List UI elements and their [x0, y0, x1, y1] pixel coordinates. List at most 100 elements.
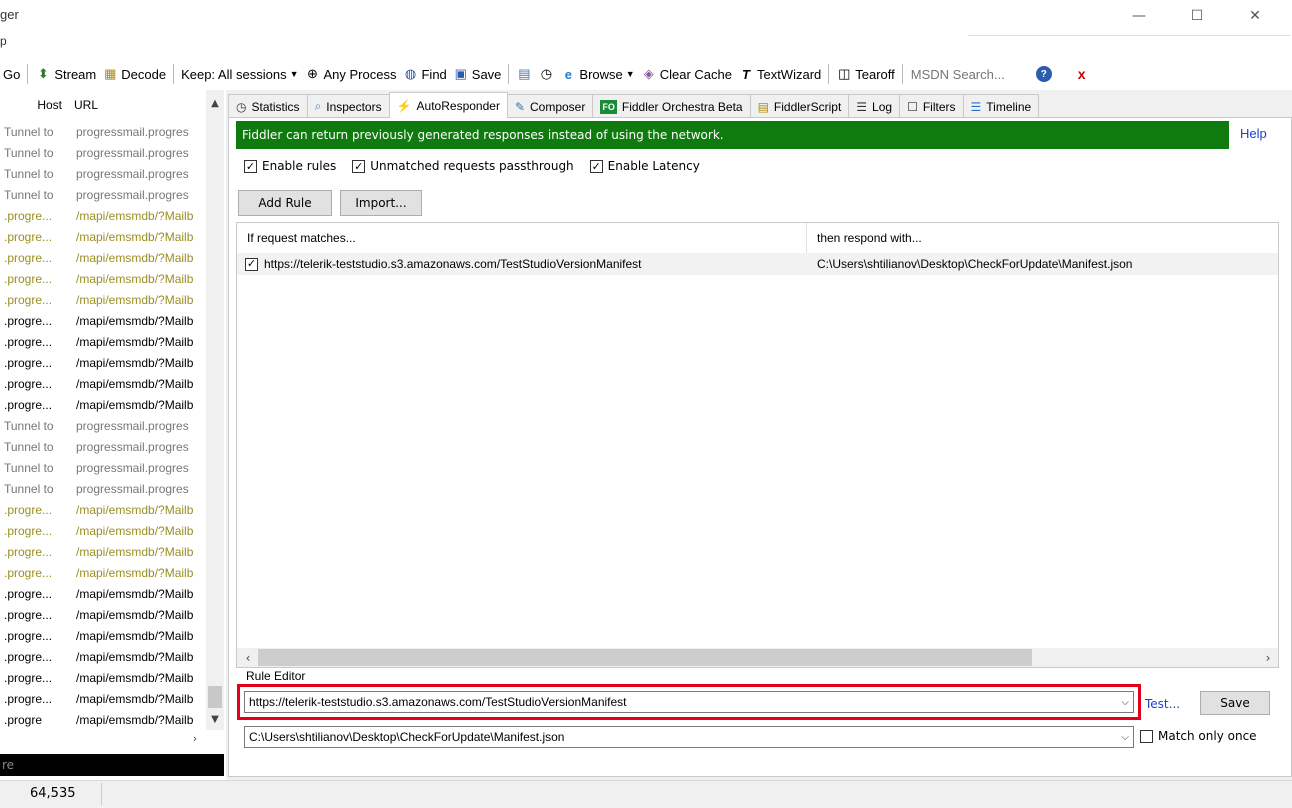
session-host: .progre...: [4, 377, 53, 391]
tab-fiddlerscript[interactable]: ▤ FiddlerScript: [749, 94, 850, 118]
session-row[interactable]: .progre... /mapi/emsmdb/?Mailb: [0, 500, 206, 521]
session-row[interactable]: Tunnel to progressmail.progres: [0, 437, 206, 458]
menu-item-help[interactable]: p: [0, 34, 7, 48]
import-button[interactable]: Import...: [340, 190, 422, 216]
enable-rules-checkbox[interactable]: ✓ Enable rules: [244, 159, 336, 173]
session-row[interactable]: .progre... /mapi/emsmdb/?Mailb: [0, 689, 206, 710]
session-row[interactable]: .progre... /mapi/emsmdb/?Mailb: [0, 290, 206, 311]
keep-sessions-dropdown[interactable]: Keep: All sessions ▼: [178, 62, 301, 86]
save-button[interactable]: ▣ Save: [450, 62, 505, 86]
session-row[interactable]: .progre... /mapi/emsmdb/?Mailb: [0, 647, 206, 668]
session-row[interactable]: .progre... /mapi/emsmdb/?Mailb: [0, 269, 206, 290]
session-row[interactable]: .progre... /mapi/emsmdb/?Mailb: [0, 374, 206, 395]
session-row[interactable]: .progre... /mapi/emsmdb/?Mailb: [0, 248, 206, 269]
close-window-button[interactable]: ✕: [1232, 0, 1278, 32]
find-button[interactable]: ◍ Find: [399, 62, 449, 86]
session-url: /mapi/emsmdb/?Mailb: [76, 398, 194, 412]
sessions-scroll-thumb[interactable]: [208, 686, 222, 708]
session-row[interactable]: .progre... /mapi/emsmdb/?Mailb: [0, 626, 206, 647]
online-help-button[interactable]: ?: [1033, 62, 1055, 86]
session-row[interactable]: .progre... /mapi/emsmdb/?Mailb: [0, 311, 206, 332]
session-row[interactable]: Tunnel to progressmail.progres: [0, 479, 206, 500]
tearoff-button[interactable]: ◫ Tearoff: [833, 62, 898, 86]
rule-enabled-checkbox[interactable]: ✓: [245, 257, 258, 271]
scroll-left-icon[interactable]: ‹: [240, 649, 256, 666]
tab-statistics[interactable]: ◷ Statistics: [228, 94, 308, 118]
session-host: .progre...: [4, 314, 53, 328]
scroll-down-icon[interactable]: ▼: [206, 710, 224, 728]
tab-autoresponder[interactable]: ⚡ AutoResponder: [388, 92, 508, 118]
session-row[interactable]: Tunnel to progressmail.progres: [0, 122, 206, 143]
script-icon: ▤: [757, 99, 769, 114]
help-link[interactable]: Help: [1240, 126, 1267, 141]
msdn-search-input[interactable]: [906, 63, 1027, 85]
tab-inspectors[interactable]: ⌕ Inspectors: [306, 94, 390, 118]
match-only-once-checkbox[interactable]: Match only once: [1140, 729, 1257, 743]
enable-latency-checkbox[interactable]: ✓ Enable Latency: [589, 159, 700, 173]
minimize-button[interactable]: —: [1116, 0, 1162, 32]
match-column-header[interactable]: If request matches...: [237, 223, 807, 253]
session-url: /mapi/emsmdb/?Mailb: [76, 629, 194, 643]
sessions-vertical-scrollbar[interactable]: [206, 90, 224, 730]
session-row[interactable]: .progre/mapi/emsmdb/?Mailb: [0, 710, 206, 731]
dropdown-arrow-icon: ▼: [625, 69, 635, 79]
add-rule-button[interactable]: Add Rule: [238, 190, 332, 216]
session-row[interactable]: .progre... /mapi/emsmdb/?Mailb: [0, 563, 206, 584]
tab-fiddler-orchestra-beta[interactable]: FO Fiddler Orchestra Beta: [592, 94, 751, 118]
session-row[interactable]: .progre... /mapi/emsmdb/?Mailb: [0, 668, 206, 689]
session-row[interactable]: Tunnel to progressmail.progres: [0, 416, 206, 437]
session-row[interactable]: Tunnel to progressmail.progres: [0, 164, 206, 185]
timer-button[interactable]: ◷: [535, 62, 557, 86]
session-row[interactable]: .progre... /mapi/emsmdb/?Mailb: [0, 584, 206, 605]
eraser-icon: ◈: [643, 66, 654, 81]
stream-button[interactable]: ⬍ Stream: [32, 62, 99, 86]
session-row[interactable]: .progre... /mapi/emsmdb/?Mailb: [0, 521, 206, 542]
save-icon: ▣: [454, 66, 467, 81]
scroll-up-icon[interactable]: ▲: [206, 94, 224, 112]
scroll-right-icon[interactable]: ›: [1260, 649, 1276, 666]
rules-scroll-thumb[interactable]: [258, 649, 1032, 666]
screenshot-button[interactable]: ▤: [513, 62, 535, 86]
session-row[interactable]: .progre... /mapi/emsmdb/?Mailb: [0, 605, 206, 626]
session-row[interactable]: Tunnel to progressmail.progres: [0, 185, 206, 206]
session-row[interactable]: .progre... /mapi/emsmdb/?Mailb: [0, 353, 206, 374]
url-column-header[interactable]: URL: [70, 94, 200, 116]
session-row[interactable]: Tunnel to progressmail.progres: [0, 143, 206, 164]
close-toolbar-button[interactable]: x: [1075, 62, 1089, 86]
session-row[interactable]: Tunnel to progressmail.progres: [0, 458, 206, 479]
any-process-button[interactable]: ⊕ Any Process: [302, 62, 400, 86]
maximize-button[interactable]: ☐: [1174, 0, 1220, 32]
quickexec-input[interactable]: re: [0, 754, 224, 776]
rule-match-combo[interactable]: https://telerik-teststudio.s3.amazonaws.…: [244, 691, 1134, 713]
rule-respond-combo[interactable]: C:\Users\shtilianov\Desktop\CheckForUpda…: [244, 726, 1134, 748]
test-link[interactable]: Test...: [1145, 697, 1180, 711]
session-host: .progre...: [4, 293, 53, 307]
session-row[interactable]: .progre... /mapi/emsmdb/?Mailb: [0, 542, 206, 563]
session-row[interactable]: .progre... /mapi/emsmdb/?Mailb: [0, 395, 206, 416]
toolbar-separator: [173, 64, 175, 84]
rule-row[interactable]: ✓ https://telerik-teststudio.s3.amazonaw…: [237, 253, 1278, 275]
session-row[interactable]: .progre... /mapi/emsmdb/?Mailb: [0, 227, 206, 248]
scroll-right-icon[interactable]: ›: [186, 730, 204, 746]
session-row[interactable]: .progre... /mapi/emsmdb/?Mailb: [0, 206, 206, 227]
toolbar-separator: [27, 64, 29, 84]
browse-button[interactable]: e Browse ▼: [557, 62, 637, 86]
tab-composer[interactable]: ✎ Composer: [506, 94, 594, 118]
tab-log[interactable]: ☰ Log: [848, 94, 901, 118]
save-rule-button[interactable]: Save: [1200, 691, 1270, 715]
tab-filters[interactable]: ☐ Filters: [899, 94, 964, 118]
decode-button[interactable]: ▦ Decode: [99, 62, 169, 86]
session-row[interactable]: .progre... /mapi/emsmdb/?Mailb: [0, 332, 206, 353]
decode-label: Decode: [121, 66, 167, 82]
go-button[interactable]: Go: [0, 62, 23, 86]
toolbar-separator: [901, 64, 903, 84]
pencil-icon: ✎: [514, 99, 525, 114]
tab-timeline[interactable]: ☰ Timeline: [962, 94, 1040, 118]
host-column-header[interactable]: Host: [0, 94, 70, 116]
chevron-down-icon[interactable]: ⌵: [1121, 697, 1129, 708]
unmatched-passthrough-checkbox[interactable]: ✓ Unmatched requests passthrough: [352, 159, 574, 173]
respond-column-header[interactable]: then respond with...: [807, 223, 1278, 253]
clear-cache-button[interactable]: ◈ Clear Cache: [638, 62, 735, 86]
textwizard-button[interactable]: T TextWizard: [735, 62, 824, 86]
chevron-down-icon[interactable]: ⌵: [1121, 732, 1129, 743]
